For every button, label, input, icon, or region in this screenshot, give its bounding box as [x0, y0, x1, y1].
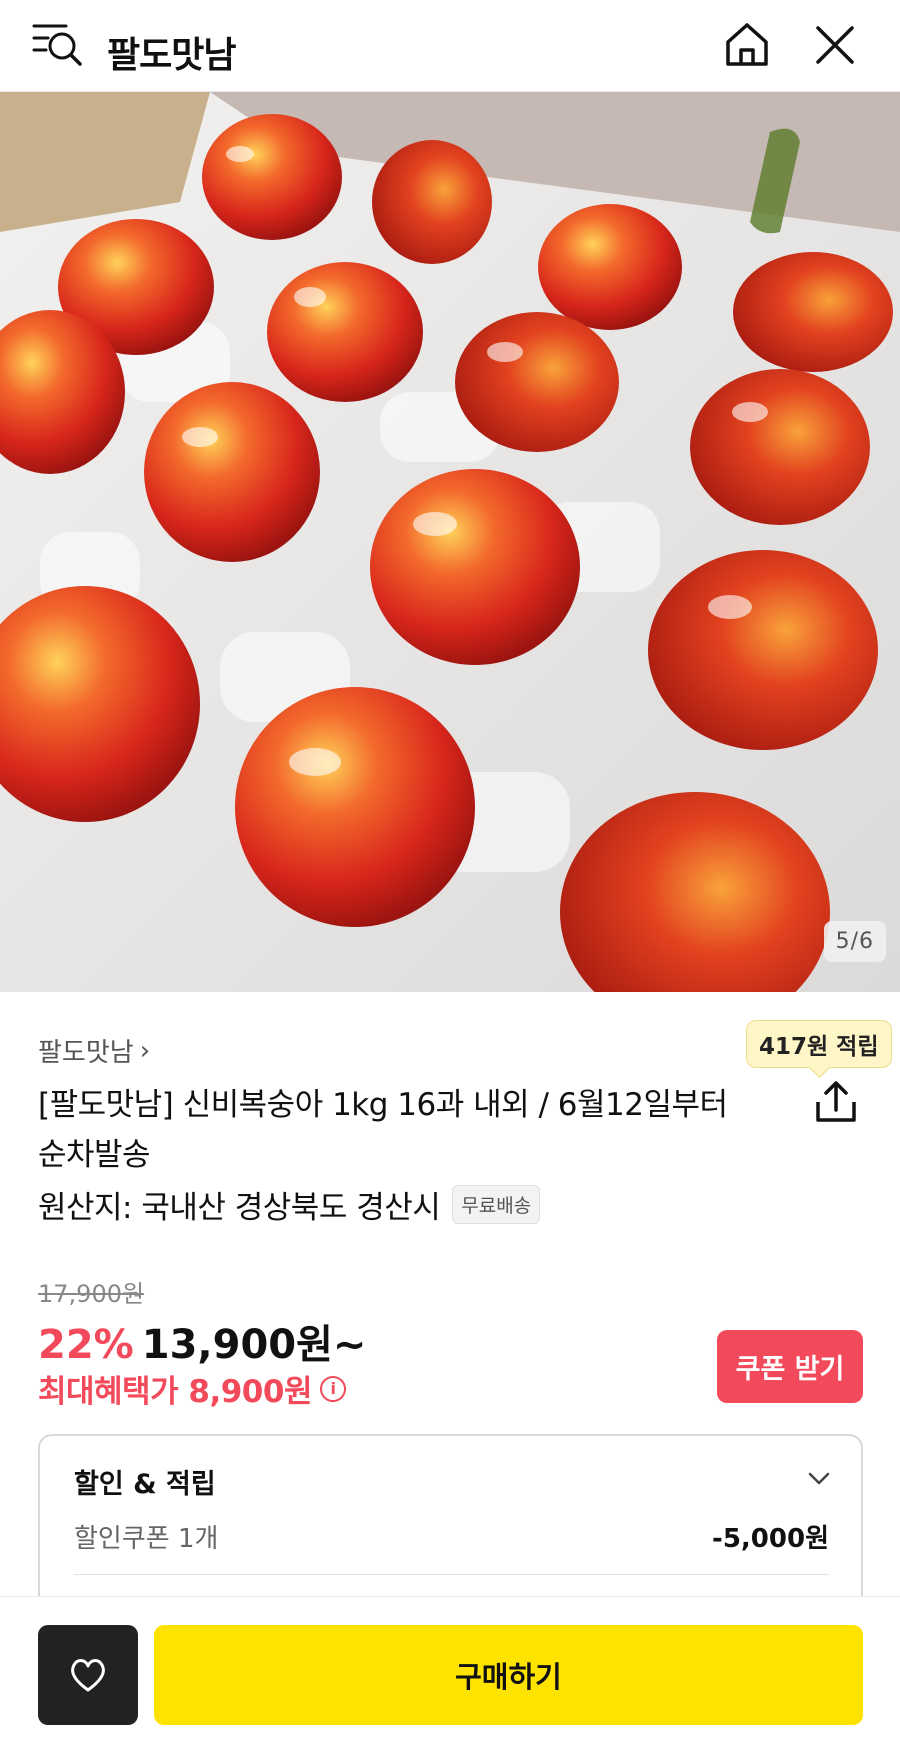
- close-icon[interactable]: [812, 22, 858, 68]
- product-origin: 원산지: 국내산 경상북도 경산시 무료배송: [38, 1182, 541, 1227]
- max-benefit-text: 최대혜택가 8,900원: [38, 1374, 312, 1410]
- original-price: 17,900원: [38, 1280, 145, 1308]
- reward-badge: 417원 적립: [746, 1020, 892, 1068]
- get-coupon-button[interactable]: 쿠폰 받기: [717, 1330, 863, 1403]
- discount-rate: 22%: [38, 1322, 134, 1368]
- share-icon[interactable]: [812, 1078, 860, 1126]
- bottom-action-bar: 구매하기: [0, 1596, 900, 1756]
- menu-search-icon[interactable]: [32, 22, 84, 68]
- info-icon[interactable]: i: [319, 1375, 346, 1402]
- coupon-label: 할인쿠폰 1개: [74, 1524, 219, 1554]
- coupon-value: -5,000원: [712, 1524, 829, 1554]
- seller-name: 팔도맛남: [38, 1038, 134, 1068]
- sale-price: 13,900원~: [141, 1322, 367, 1368]
- price-row: 22% 13,900원~: [38, 1312, 366, 1370]
- heart-icon: [71, 1659, 105, 1692]
- product-photo: [0, 92, 900, 992]
- free-shipping-tag: 무료배송: [452, 1185, 541, 1224]
- image-page-indicator: 5/6: [823, 921, 886, 962]
- product-image-gallery[interactable]: 5/6: [0, 92, 900, 992]
- max-benefit-price[interactable]: 최대혜택가 8,900원 i: [38, 1366, 346, 1411]
- seller-link[interactable]: 팔도맛남 ›: [38, 1032, 150, 1069]
- page-title: 팔도맛남: [107, 35, 236, 76]
- product-name: [팔도맛남] 신비복숭아 1kg 16과 내외 / 6월12일부터 순차발송: [38, 1080, 738, 1180]
- wishlist-button[interactable]: [38, 1625, 138, 1725]
- buy-button[interactable]: 구매하기: [154, 1625, 863, 1725]
- panel-title: 할인 & 적립: [74, 1469, 216, 1500]
- top-header: 팔도맛남: [0, 0, 900, 92]
- origin-text: 원산지: 국내산 경상북도 경산시: [38, 1190, 441, 1226]
- chevron-down-icon[interactable]: [807, 1466, 831, 1490]
- chevron-right-icon: ›: [139, 1035, 151, 1066]
- home-icon[interactable]: [722, 20, 772, 70]
- product-name-line2: 순차발송: [38, 1137, 151, 1173]
- product-name-line1: [팔도맛남] 신비복숭아 1kg 16과 내외 / 6월12일부터: [38, 1087, 728, 1123]
- divider: [74, 1574, 829, 1575]
